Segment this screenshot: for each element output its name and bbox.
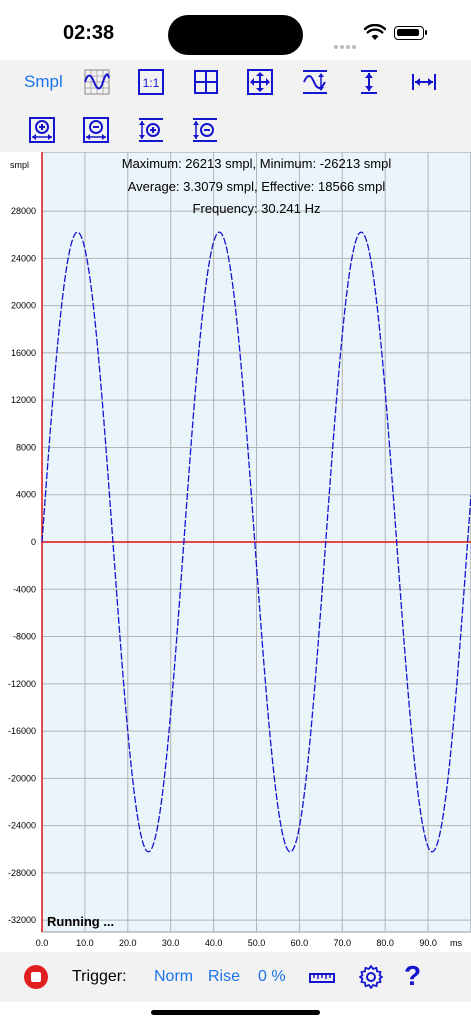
- y-tick-label: 28000: [11, 206, 36, 216]
- running-status: Running ...: [47, 914, 115, 929]
- y-tick-label: -8000: [13, 632, 36, 642]
- y-tick-label: -20000: [8, 773, 36, 783]
- y-tick-label: 8000: [16, 442, 36, 452]
- y-tick-label: 0: [31, 537, 36, 547]
- trigger-level-button[interactable]: 0 %: [258, 968, 286, 986]
- battery-icon: [394, 26, 427, 40]
- help-icon[interactable]: ?: [404, 960, 421, 992]
- home-indicator: [151, 1010, 320, 1015]
- y-tick-label: -28000: [8, 868, 36, 878]
- x-axis-unit-label: ms: [450, 938, 462, 948]
- oscilloscope-plot[interactable]: 28000 24000 20000 16000 12000 8000 4000 0 -4000 -…: [0, 152, 471, 952]
- auto-fit-icon[interactable]: [301, 68, 329, 96]
- x-tick-label: 70.0: [334, 938, 352, 948]
- wifi-icon: [363, 23, 387, 46]
- x-tick-label: 50.0: [248, 938, 266, 948]
- y-tick-label: 16000: [11, 348, 36, 358]
- grid-icon[interactable]: [192, 68, 220, 96]
- x-tick-label: 20.0: [119, 938, 137, 948]
- horizontal-stretch-icon[interactable]: [410, 68, 438, 96]
- y-tick-label: -16000: [8, 726, 36, 736]
- y-tick-label: 24000: [11, 253, 36, 263]
- status-bar: 02:38: [0, 0, 471, 60]
- status-time: 02:38: [63, 22, 115, 44]
- dynamic-island: [168, 15, 303, 55]
- y-tick-label: 20000: [11, 301, 36, 311]
- toolbar: [0, 60, 471, 152]
- waveform-chart[interactable]: 28000 24000 20000 16000 12000 8000 4000 0 -4000 -…: [0, 152, 471, 952]
- trigger-edge-button[interactable]: Rise: [208, 968, 240, 986]
- y-tick-label: -32000: [8, 915, 36, 925]
- y-tick-label: -4000: [13, 584, 36, 594]
- scale-one-to-one-icon[interactable]: 1:1: [137, 68, 165, 96]
- svg-text:1:1: 1:1: [143, 76, 160, 90]
- trigger-label: Trigger:: [72, 968, 127, 985]
- x-tick-label: 60.0: [291, 938, 309, 948]
- waveform-grid-icon[interactable]: [83, 68, 111, 96]
- x-tick-label: 10.0: [76, 938, 94, 948]
- frequency-readout: Frequency: 30.241 Hz: [192, 201, 321, 216]
- y-tick-label: 4000: [16, 490, 36, 500]
- y-axis-unit-label: smpl: [10, 160, 29, 170]
- trigger-mode-button[interactable]: Norm: [154, 968, 193, 986]
- y-tick-label: 12000: [11, 395, 36, 405]
- bottom-bar: Trigger: Norm Rise 0 % ?: [0, 952, 471, 1002]
- units-toggle-button[interactable]: Smpl: [24, 72, 63, 92]
- cellular-signal-icon: [334, 36, 358, 54]
- stop-button[interactable]: [24, 965, 48, 989]
- settings-gear-icon[interactable]: [358, 964, 384, 995]
- x-tick-label: 30.0: [162, 938, 180, 948]
- y-tick-label: -12000: [8, 679, 36, 689]
- x-tick-label: 40.0: [205, 938, 223, 948]
- max-min-readout: Maximum: 26213 smpl, Minimum: -26213 smp…: [121, 156, 392, 171]
- zoom-out-y-icon[interactable]: [191, 116, 219, 144]
- x-tick-label: 90.0: [419, 938, 437, 948]
- x-tick-label: 0.0: [36, 938, 49, 948]
- x-tick-label: 80.0: [376, 938, 394, 948]
- average-effective-readout: Average: 3.3079 smpl, Effective: 18566 s…: [127, 179, 386, 194]
- y-tick-label: -24000: [8, 821, 36, 831]
- zoom-in-y-icon[interactable]: [137, 116, 165, 144]
- zoom-in-x-icon[interactable]: [28, 116, 56, 144]
- zoom-out-x-icon[interactable]: [82, 116, 110, 144]
- move-icon[interactable]: [246, 68, 274, 96]
- vertical-stretch-icon[interactable]: [355, 68, 383, 96]
- ruler-icon[interactable]: [308, 966, 336, 993]
